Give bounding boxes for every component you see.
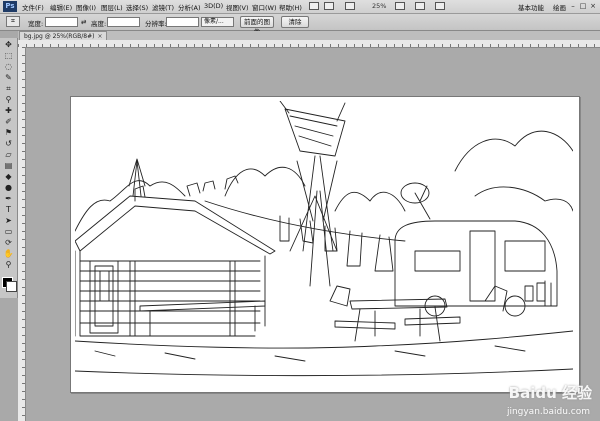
menu-3d[interactable]: 3D(D): [204, 2, 223, 10]
menu-analysis[interactable]: 分析(A): [178, 2, 201, 12]
menu-help[interactable]: 帮助(H): [279, 2, 302, 12]
vertical-ruler[interactable]: [18, 47, 26, 421]
width-label: 宽度:: [28, 20, 44, 28]
menu-view[interactable]: 视图(V): [226, 2, 249, 12]
close-tab-icon[interactable]: ×: [97, 33, 102, 40]
crop-tool-icon[interactable]: ⌗: [3, 84, 14, 94]
workspace-painting[interactable]: 绘画: [553, 2, 566, 12]
arrange-documents-icon[interactable]: [345, 2, 355, 10]
front-image-button[interactable]: 前面的图像: [240, 16, 274, 36]
gradient-tool-icon[interactable]: ▤: [3, 161, 14, 171]
blur-tool-icon[interactable]: ◆: [3, 172, 14, 182]
menu-window[interactable]: 窗口(W): [252, 2, 277, 12]
dodge-tool-icon[interactable]: ●: [3, 183, 14, 193]
brush-tool-icon[interactable]: ✐: [3, 117, 14, 127]
clone-stamp-tool-icon[interactable]: ⚑: [3, 128, 14, 138]
menu-image[interactable]: 图像(I): [76, 2, 96, 12]
resolution-label: 分辨率:: [145, 20, 167, 28]
healing-brush-tool-icon[interactable]: ✚: [3, 106, 14, 116]
eyedropper-tool-icon[interactable]: ⚲: [3, 95, 14, 105]
hand-tool-icon[interactable]: ✋: [3, 249, 14, 259]
width-input[interactable]: [45, 17, 78, 27]
resolution-unit-select[interactable]: 像素/...: [201, 17, 234, 27]
toolbox: ✥ ⬚ ◌ ✎ ⌗ ⚲ ✚ ✐ ⚑ ↺ ▱ ▤ ◆ ● ✒ T ➤ ▭ ⟳ ✋ …: [0, 38, 18, 298]
swap-icon[interactable]: ⇄: [81, 18, 86, 26]
rotate-view-icon[interactable]: [415, 2, 425, 10]
crop-tool-icon[interactable]: ⌗: [6, 16, 20, 27]
eraser-tool-icon[interactable]: ▱: [3, 150, 14, 160]
zoom-level[interactable]: 25%: [372, 2, 386, 10]
menu-bar: Ps 文件(F) 编辑(E) 图像(I) 图层(L) 选择(S) 滤镜(T) 分…: [0, 0, 600, 14]
canvas-area[interactable]: Baidu 经验 jingyan.baidu.com: [26, 48, 600, 421]
shape-tool-icon[interactable]: ▭: [3, 227, 14, 237]
minibridge-icon[interactable]: [324, 2, 334, 10]
path-select-tool-icon[interactable]: ➤: [3, 216, 14, 226]
3d-rotate-tool-icon[interactable]: ⟳: [3, 238, 14, 248]
history-brush-tool-icon[interactable]: ↺: [3, 139, 14, 149]
horizontal-ruler[interactable]: [18, 40, 600, 48]
app-logo: Ps: [3, 1, 17, 12]
menu-filter[interactable]: 滤镜(T): [152, 2, 174, 12]
pen-tool-icon[interactable]: ✒: [3, 194, 14, 204]
height-input[interactable]: [107, 17, 140, 27]
background-color-swatch[interactable]: [6, 281, 17, 292]
menu-edit[interactable]: 编辑(E): [50, 2, 72, 12]
menu-select[interactable]: 选择(S): [126, 2, 148, 12]
move-tool-icon[interactable]: ✥: [3, 40, 14, 50]
line-art-sketch: [75, 101, 573, 377]
workspace-essentials[interactable]: 基本功能: [518, 2, 544, 12]
hand-tool-icon[interactable]: [395, 2, 405, 10]
menu-layer[interactable]: 图层(L): [101, 2, 123, 12]
options-bar: ⌗ 宽度: ⇄ 高度: 分辨率: 像素/... 前面的图像 清除: [0, 14, 600, 36]
marquee-tool-icon[interactable]: ⬚: [3, 51, 14, 61]
screen-mode-icon[interactable]: [435, 2, 445, 10]
document-tab-bar: bg.jpg @ 25%(RGB/8#) ×: [18, 31, 600, 41]
watermark-logo: Baidu 经验: [508, 384, 592, 402]
lasso-tool-icon[interactable]: ◌: [3, 62, 14, 72]
type-tool-icon[interactable]: T: [3, 205, 14, 215]
close-button[interactable]: ×: [586, 1, 600, 11]
height-label: 高度:: [91, 20, 107, 28]
document-canvas[interactable]: [70, 96, 580, 393]
quick-select-tool-icon[interactable]: ✎: [3, 73, 14, 83]
document-tab-title: bg.jpg @ 25%(RGB/8#): [24, 33, 95, 40]
watermark-url: jingyan.baidu.com: [506, 407, 590, 417]
menu-file[interactable]: 文件(F): [22, 2, 44, 12]
zoom-tool-icon[interactable]: ⚲: [3, 260, 14, 270]
resolution-input[interactable]: [166, 17, 199, 27]
clear-button[interactable]: 清除: [281, 16, 309, 28]
bridge-icon[interactable]: [309, 2, 319, 10]
